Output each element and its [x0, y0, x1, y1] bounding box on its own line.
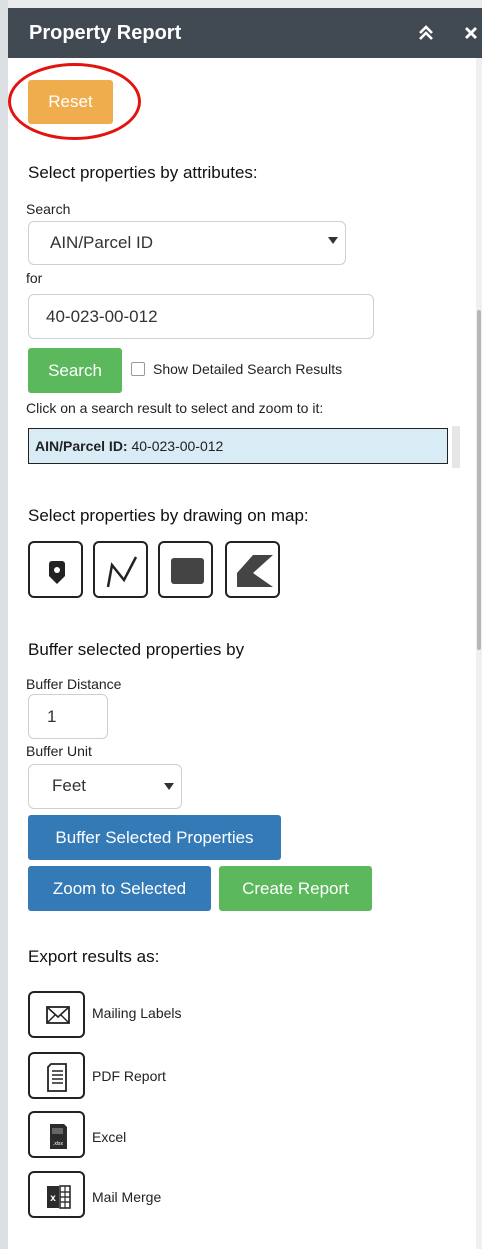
- panel-left-border: [0, 0, 8, 1249]
- buffer-distance-label: Buffer Distance: [26, 676, 122, 692]
- panel-scroll-thumb[interactable]: [477, 310, 481, 650]
- for-label: for: [26, 270, 43, 286]
- search-button[interactable]: Search: [28, 348, 122, 393]
- title-bar: Property Report: [8, 8, 482, 58]
- buffer-unit-label: Buffer Unit: [26, 743, 92, 759]
- export-heading: Export results as:: [28, 947, 160, 966]
- result-value: 40-023-00-012: [131, 438, 224, 454]
- search-field-label: Search: [26, 201, 71, 217]
- panel-top-border: [8, 0, 482, 8]
- attributes-heading: Select properties by attributes:: [28, 163, 258, 182]
- create-report-button[interactable]: Create Report: [219, 866, 372, 911]
- rectangle-tool-icon[interactable]: [158, 541, 213, 598]
- drawing-heading: Select properties by drawing on map:: [28, 506, 309, 525]
- reset-button[interactable]: Reset: [28, 80, 113, 124]
- export-mailing-labels[interactable]: Mailing Labels: [92, 1005, 182, 1021]
- buffer-unit-value: Feet: [52, 776, 87, 795]
- search-field-value: AIN/Parcel ID: [50, 233, 153, 252]
- chevron-down-icon: [328, 237, 338, 244]
- xlsx-file-icon[interactable]: .xlsx: [28, 1111, 85, 1158]
- search-result-item[interactable]: AIN/Parcel ID: 40-023-00-012: [28, 428, 448, 464]
- export-excel[interactable]: Excel: [92, 1129, 126, 1145]
- point-tool-icon[interactable]: [28, 541, 83, 598]
- buffer-unit-select[interactable]: Feet: [28, 764, 182, 809]
- svg-text:.xlsx: .xlsx: [53, 1141, 64, 1147]
- envelope-icon[interactable]: [28, 991, 85, 1038]
- results-scrollbar[interactable]: [452, 426, 460, 468]
- word-excel-merge-icon[interactable]: x: [28, 1171, 85, 1218]
- panel-scrollbar[interactable]: [476, 58, 482, 1249]
- polygon-tool-icon[interactable]: [225, 541, 280, 598]
- detailed-results-label[interactable]: Show Detailed Search Results: [153, 361, 342, 377]
- buffer-selected-button[interactable]: Buffer Selected Properties: [28, 815, 281, 860]
- buffer-distance-value: 1: [47, 707, 57, 726]
- double-chevron-up-icon[interactable]: [413, 20, 439, 46]
- document-icon[interactable]: [28, 1052, 85, 1099]
- panel-title: Property Report: [29, 22, 182, 44]
- svg-text:x: x: [50, 1193, 56, 1204]
- detailed-results-checkbox[interactable]: [131, 362, 145, 376]
- chevron-down-icon: [164, 783, 174, 790]
- search-value-text: 40-023-00-012: [46, 307, 158, 326]
- buffer-heading: Buffer selected properties by: [28, 640, 245, 659]
- search-field-select[interactable]: AIN/Parcel ID: [28, 221, 346, 265]
- close-icon[interactable]: [458, 20, 482, 46]
- search-value-input[interactable]: 40-023-00-012: [28, 294, 374, 339]
- results-hint: Click on a search result to select and z…: [26, 400, 324, 416]
- result-key: AIN/Parcel ID:: [35, 438, 128, 454]
- buffer-distance-input[interactable]: 1: [28, 694, 108, 739]
- polyline-tool-icon[interactable]: [93, 541, 148, 598]
- export-mail-merge[interactable]: Mail Merge: [92, 1189, 161, 1205]
- zoom-to-selected-button[interactable]: Zoom to Selected: [28, 866, 211, 911]
- export-pdf-report[interactable]: PDF Report: [92, 1068, 166, 1084]
